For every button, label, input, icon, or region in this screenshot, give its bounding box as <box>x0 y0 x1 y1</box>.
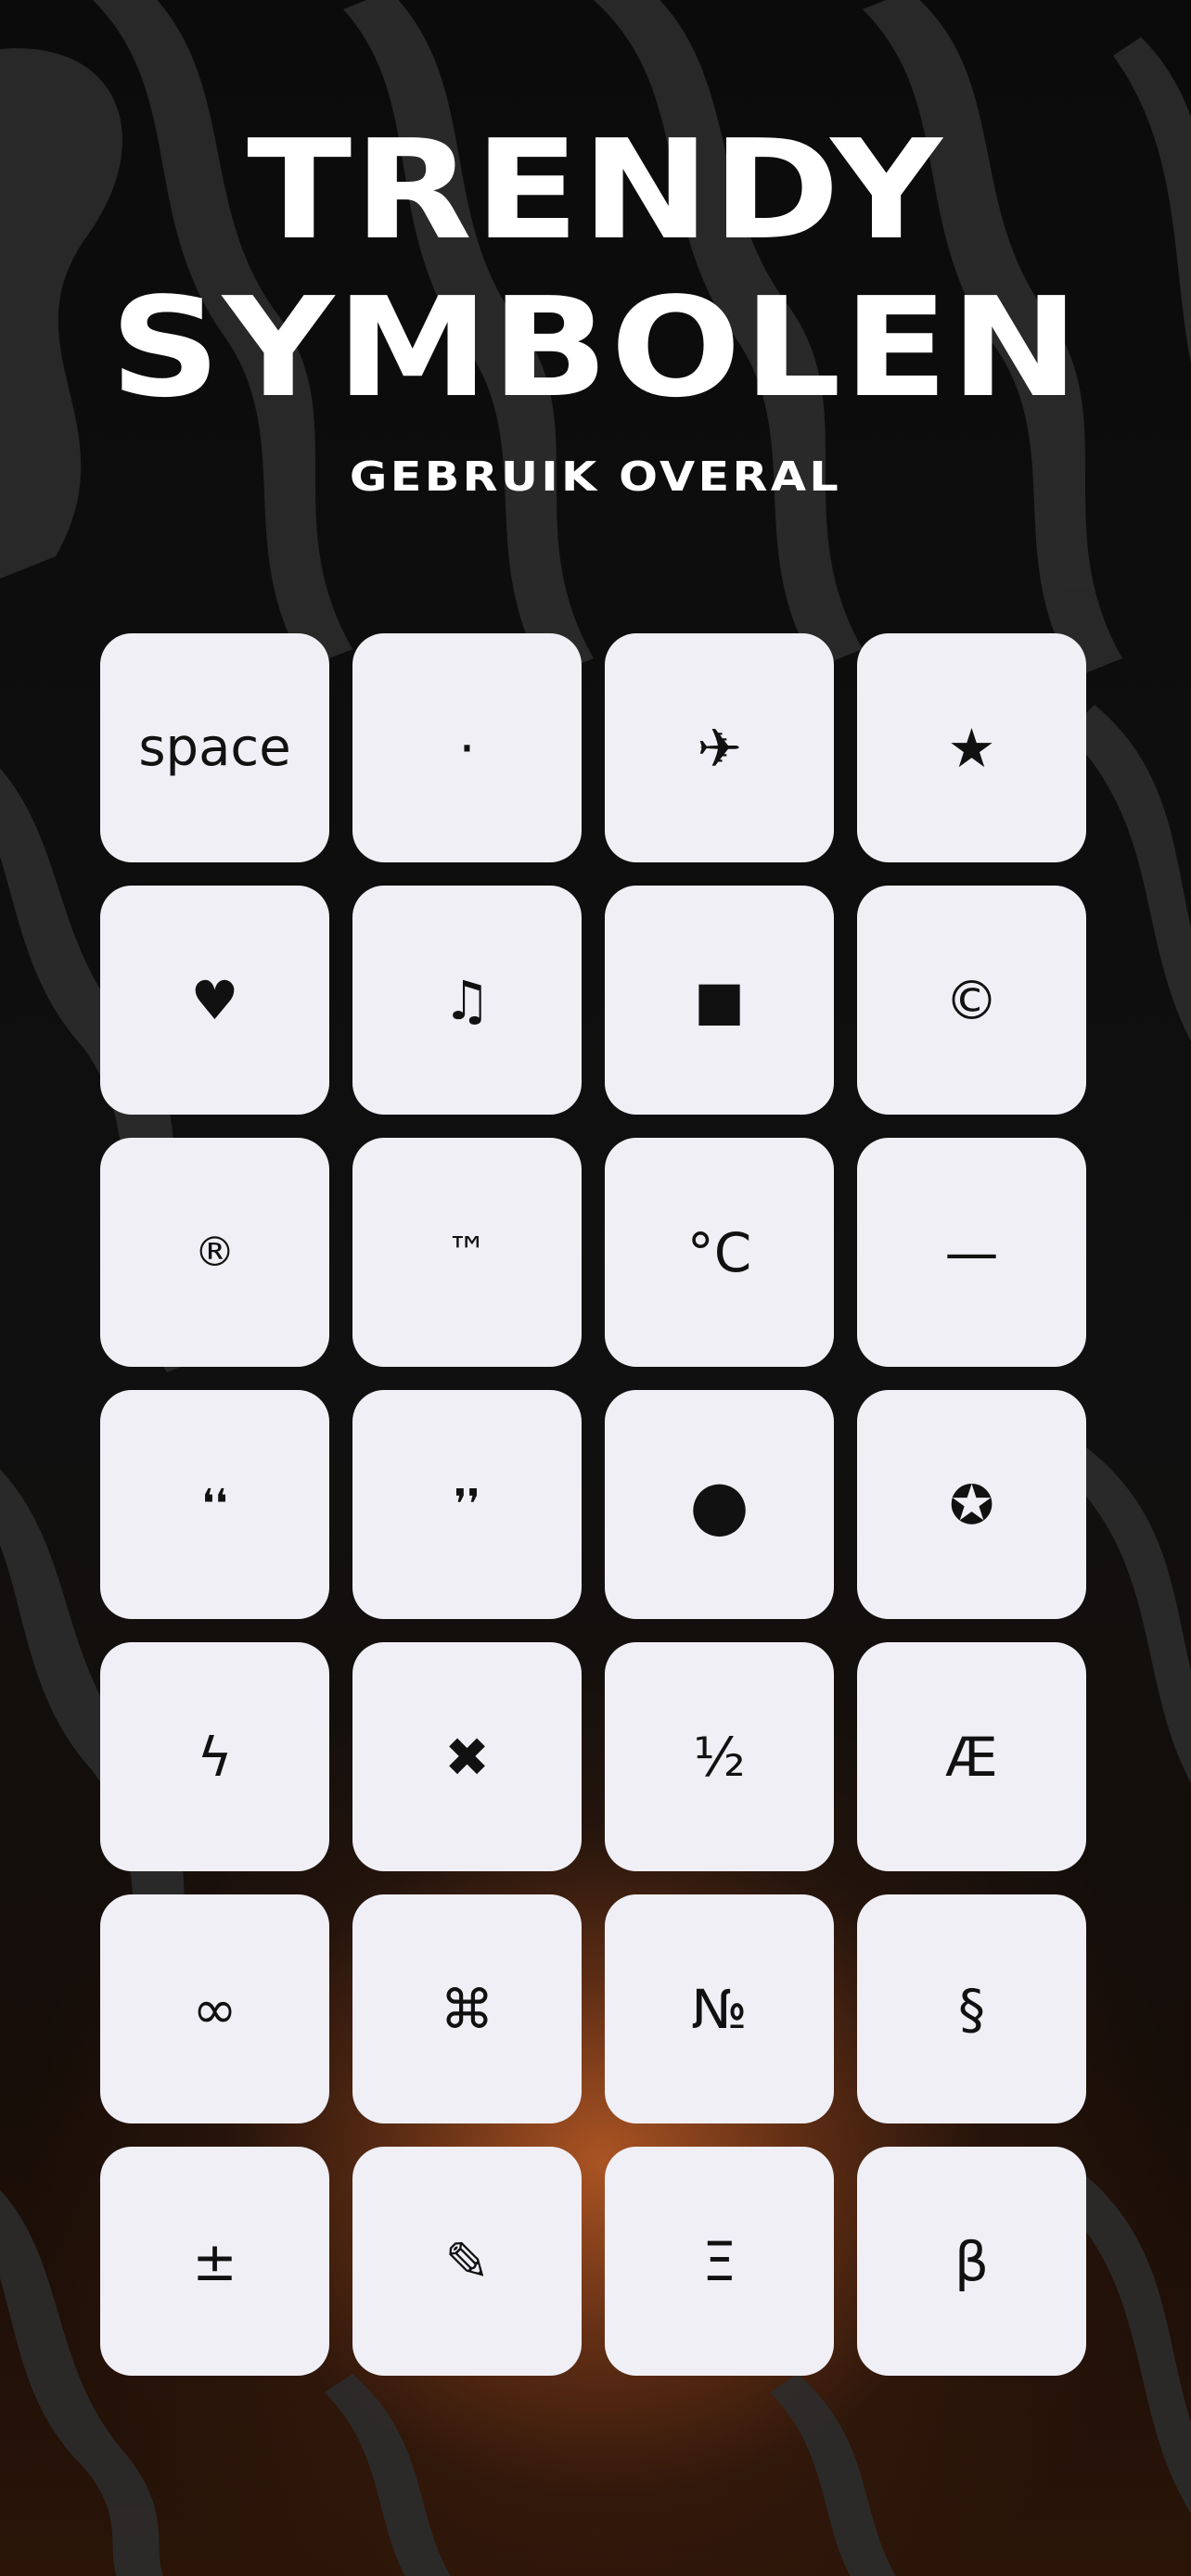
page-subtitle: GEBRUIK OVERAL <box>349 453 842 501</box>
symbol-key-section[interactable]: § <box>857 1894 1086 2123</box>
symbol-key-numero[interactable]: № <box>605 1894 834 2123</box>
circled-star-icon[interactable]: ✪ <box>857 1390 1086 1619</box>
page-title-line-2: SYMBOLEN <box>109 268 1082 427</box>
symbol-key-space[interactable]: space <box>100 633 329 862</box>
heart-icon[interactable]: ♥ <box>100 886 329 1115</box>
symbol-key-registered[interactable]: ® <box>100 1138 329 1367</box>
command-icon[interactable]: ⌘ <box>352 1894 582 2123</box>
symbol-key-infinity[interactable]: ∞ <box>100 1894 329 2123</box>
cross-icon[interactable]: ✖ <box>352 1642 582 1871</box>
symbol-key-ae[interactable]: Æ <box>857 1642 1086 1871</box>
star-icon[interactable]: ★ <box>857 633 1086 862</box>
closing-quote-icon[interactable]: ❜❜ <box>352 1390 582 1619</box>
symbol-key-one-half[interactable]: ½ <box>605 1642 834 1871</box>
symbol-key-celsius[interactable]: °C <box>605 1138 834 1367</box>
square-icon[interactable]: ■ <box>605 886 834 1115</box>
music-note-icon[interactable]: ♫ <box>352 886 582 1115</box>
symbol-key-plus-minus[interactable]: ± <box>100 2147 329 2376</box>
symbol-key-trademark[interactable]: ™ <box>352 1138 582 1367</box>
page-title-line-1: TRENDY <box>247 110 944 270</box>
pencil-icon[interactable]: ✎ <box>352 2147 582 2376</box>
screen: TRENDY SYMBOLEN GEBRUIK OVERAL space · ✈… <box>0 0 1191 2576</box>
symbol-key-copyright[interactable]: © <box>857 886 1086 1115</box>
symbol-key-beta[interactable]: β <box>857 2147 1086 2376</box>
symbol-key-em-dash[interactable]: — <box>857 1138 1086 1367</box>
symbol-key-xi[interactable]: Ξ <box>605 2147 834 2376</box>
circle-icon[interactable]: ● <box>605 1390 834 1619</box>
symbol-key-middle-dot[interactable]: · <box>352 633 582 862</box>
lightning-icon[interactable]: ϟ <box>100 1642 329 1871</box>
symbol-grid: space · ✈ ★ ♥ ♫ ■ © ® ™ °C — ❛❛ ❜❜ ● ✪ ϟ… <box>100 633 1089 2376</box>
opening-quote-icon[interactable]: ❛❛ <box>100 1390 329 1619</box>
airplane-icon[interactable]: ✈ <box>605 633 834 862</box>
